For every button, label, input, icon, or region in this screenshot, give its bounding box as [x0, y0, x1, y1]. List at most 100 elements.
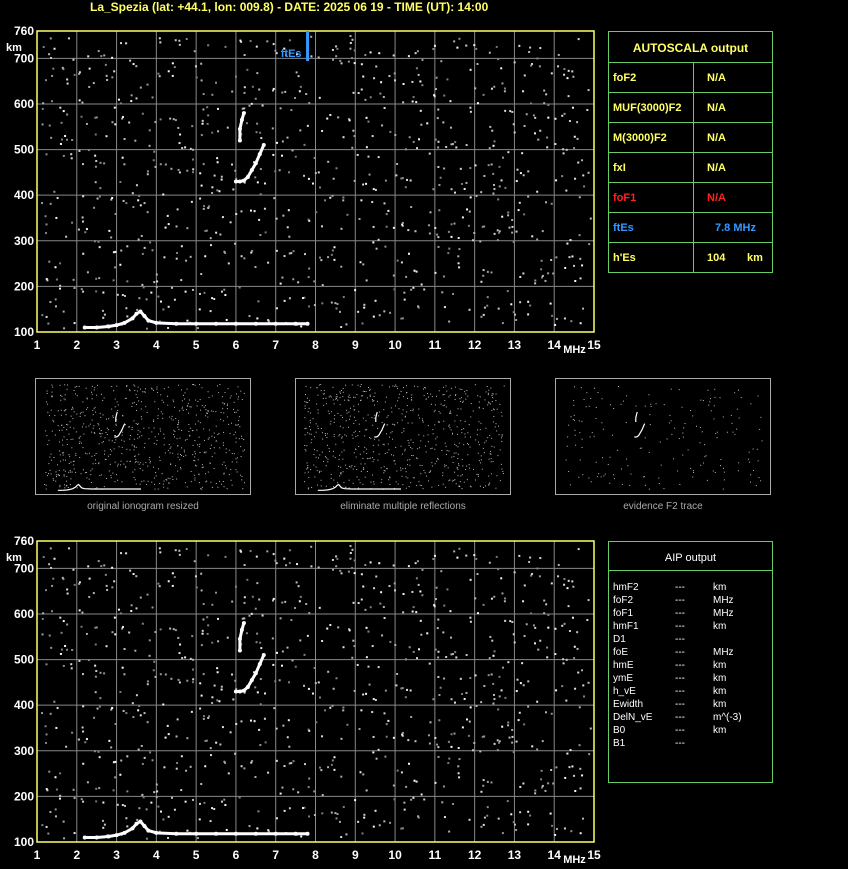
noise-point: [54, 434, 56, 436]
noise-point: [167, 404, 169, 406]
noise-point: [96, 487, 98, 489]
noise-point: [333, 486, 335, 488]
noise-point: [392, 385, 394, 387]
noise-point: [205, 451, 207, 453]
noise-point: [442, 475, 444, 477]
noise-point: [91, 431, 93, 433]
noise-point: [63, 475, 65, 477]
noise-point: [162, 483, 164, 485]
noise-point: [496, 749, 499, 752]
noise-point: [500, 463, 502, 465]
aip-unit: MHz: [713, 647, 734, 658]
noise-point: [85, 632, 88, 635]
noise-point: [45, 484, 47, 486]
noise-point: [59, 794, 62, 797]
noise-point: [585, 406, 587, 408]
noise-point: [408, 646, 411, 649]
noise-point: [169, 416, 171, 418]
noise-point: [236, 393, 238, 395]
noise-point: [410, 439, 412, 441]
noise-point: [574, 429, 576, 431]
noise-point: [518, 554, 521, 557]
noise-point: [456, 433, 458, 435]
noise-point: [362, 417, 364, 419]
noise-point: [253, 720, 256, 723]
noise-point: [699, 442, 701, 444]
noise-point: [170, 446, 172, 448]
noise-point: [750, 403, 752, 405]
noise-point: [557, 575, 560, 578]
noise-point: [488, 484, 490, 486]
noise-point: [307, 401, 309, 403]
noise-point: [443, 404, 445, 406]
noise-point: [256, 827, 259, 830]
noise-point: [117, 463, 119, 465]
noise-point: [434, 463, 436, 465]
noise-point: [64, 487, 66, 489]
noise-point: [372, 457, 374, 459]
noise-point: [199, 707, 202, 710]
noise-point: [431, 465, 433, 467]
noise-point: [487, 437, 489, 439]
noise-point: [91, 419, 93, 421]
noise-point: [313, 464, 315, 466]
noise-point: [379, 602, 382, 605]
noise-point: [230, 469, 232, 471]
noise-point: [349, 415, 351, 417]
noise-point: [50, 566, 53, 569]
noise-point: [98, 443, 100, 445]
noise-point: [194, 479, 196, 481]
noise-point: [211, 696, 214, 699]
noise-point: [203, 801, 206, 804]
noise-point: [428, 662, 431, 665]
noise-point: [175, 735, 178, 738]
noise-point: [392, 423, 394, 425]
noise-point: [97, 423, 99, 425]
noise-point: [146, 721, 149, 724]
noise-point: [714, 396, 716, 398]
noise-point: [215, 425, 217, 427]
noise-point: [357, 403, 359, 405]
noise-point: [111, 631, 114, 634]
noise-point: [492, 408, 494, 410]
noise-point: [237, 409, 239, 411]
noise-point: [121, 452, 123, 454]
noise-point: [326, 444, 328, 446]
noise-point: [117, 410, 119, 412]
noise-point: [135, 694, 138, 697]
noise-point: [427, 734, 430, 737]
noise-point: [211, 456, 213, 458]
noise-point: [748, 451, 750, 453]
noise-point: [573, 414, 575, 416]
noise-point: [306, 397, 308, 399]
noise-point: [442, 483, 444, 485]
noise-point: [403, 428, 405, 430]
noise-point: [79, 456, 81, 458]
noise-point: [119, 612, 122, 615]
noise-point: [449, 410, 451, 412]
noise-point: [208, 429, 210, 431]
noise-point: [513, 641, 516, 644]
noise-point: [151, 606, 154, 609]
noise-point: [455, 394, 457, 396]
noise-point: [61, 429, 63, 431]
noise-point: [139, 462, 141, 464]
noise-point: [133, 449, 135, 451]
noise-point: [658, 477, 660, 479]
noise-point: [125, 817, 128, 820]
noise-point: [157, 417, 159, 419]
noise-point: [194, 440, 196, 442]
x-tick-label: 14: [548, 848, 562, 862]
noise-point: [588, 477, 590, 479]
noise-point: [363, 816, 366, 819]
noise-point: [446, 588, 449, 591]
noise-point: [407, 422, 409, 424]
noise-point: [417, 386, 419, 388]
noise-point: [102, 801, 105, 804]
noise-point: [221, 726, 224, 729]
noise-point: [431, 462, 433, 464]
noise-point: [314, 449, 316, 451]
noise-point: [418, 408, 420, 410]
noise-point: [486, 814, 489, 817]
noise-point: [160, 394, 162, 396]
